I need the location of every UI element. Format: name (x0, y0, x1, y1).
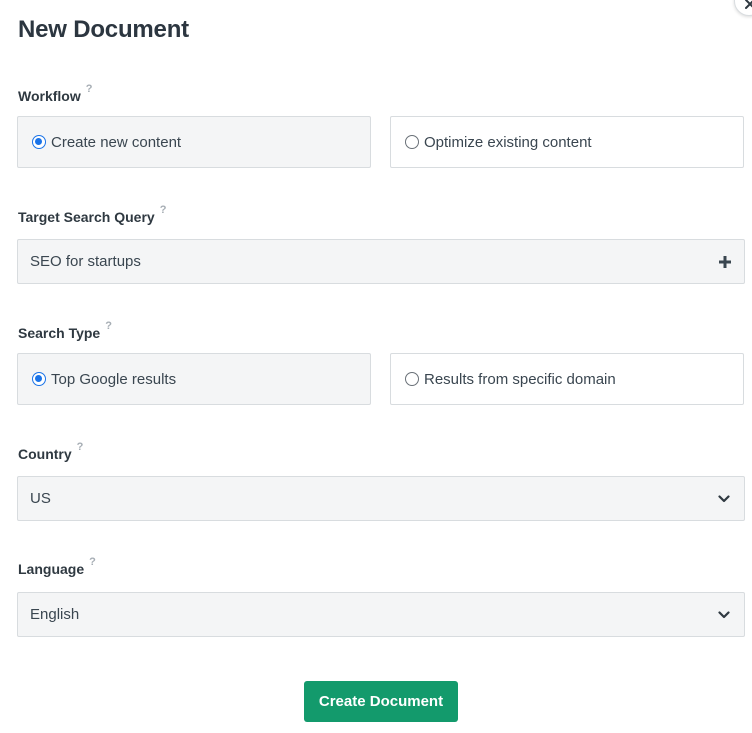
target-query-label: Target Search Query ? (18, 204, 167, 225)
workflow-option-create-new[interactable]: Create new content (17, 116, 371, 168)
country-label: Country ? (18, 441, 84, 462)
country-selected-value: US (30, 490, 51, 507)
workflow-label: Workflow ? (18, 83, 93, 104)
close-button[interactable] (734, 0, 752, 16)
radio-checked-icon (32, 372, 46, 386)
language-label: Language ? (18, 556, 96, 577)
country-select[interactable]: US (17, 476, 745, 521)
workflow-option-optimize-existing[interactable]: Optimize existing content (390, 116, 744, 168)
new-document-dialog: New Document Workflow ? Create new conte… (0, 0, 752, 733)
search-type-option-specific-domain[interactable]: Results from specific domain (390, 353, 744, 405)
close-icon (745, 0, 752, 9)
target-query-field (17, 239, 745, 284)
radio-checked-icon (32, 135, 46, 149)
language-select[interactable]: English (17, 592, 745, 637)
help-icon[interactable]: ? (160, 204, 167, 216)
search-type-label: Search Type ? (18, 320, 112, 341)
plus-icon[interactable] (718, 255, 732, 269)
radio-unchecked-icon (405, 372, 419, 386)
search-type-option-top-google[interactable]: Top Google results (17, 353, 371, 405)
radio-unchecked-icon (405, 135, 419, 149)
help-icon[interactable]: ? (105, 320, 112, 332)
page-title: New Document (18, 16, 189, 43)
language-selected-value: English (30, 606, 80, 623)
chevron-down-icon (718, 610, 730, 618)
target-query-input[interactable] (30, 253, 670, 270)
help-icon[interactable]: ? (77, 441, 84, 453)
help-icon[interactable]: ? (86, 83, 93, 95)
chevron-down-icon (718, 494, 730, 502)
create-document-button[interactable]: Create Document (304, 681, 458, 722)
help-icon[interactable]: ? (89, 556, 96, 568)
